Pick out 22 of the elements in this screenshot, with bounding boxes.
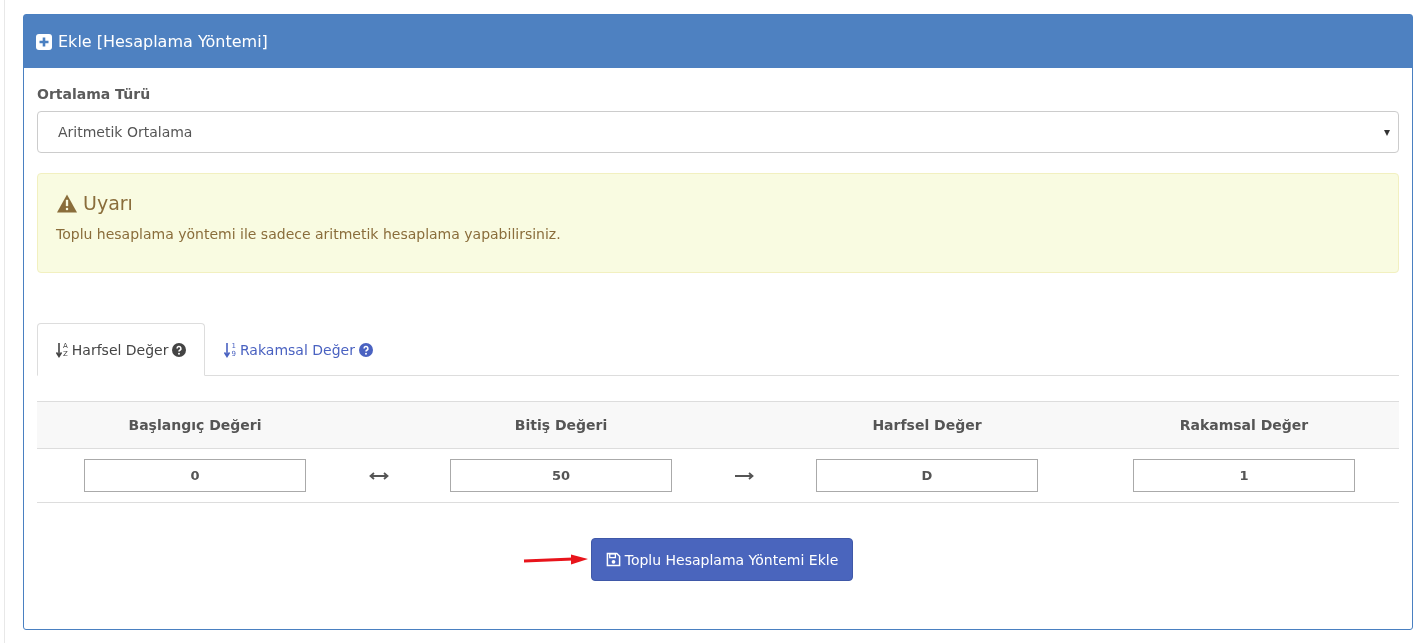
column-header: Bitiş Değeri [513,417,609,433]
field-label: Ortalama Türü [37,86,152,102]
double-arrow-icon [369,470,389,481]
plus-square-icon [36,33,52,50]
column-header: Rakamsal Değer [1178,417,1310,433]
alert-title: Uyarı [83,192,133,214]
start-value-input[interactable]: 0 [84,459,306,492]
right-arrow-icon [734,470,754,481]
end-value-input[interactable]: 50 [450,459,672,492]
column-header: Başlangıç Değeri [127,417,263,433]
average-type-select[interactable]: Aritmetik Ortalama ▾ [37,111,1399,153]
letter-value-input[interactable]: D [816,459,1038,492]
submit-button[interactable]: Toplu Hesaplama Yöntemi Ekle [590,538,854,581]
save-icon [605,552,621,567]
help-icon[interactable] [358,342,373,357]
panel-title: Ekle [Hesaplama Yöntemi] [58,32,268,51]
annotation-arrow [522,553,589,566]
alert-message: Toplu hesaplama yöntemi ile sadece aritmetik hesaplama yapabilirsiniz. [56,226,562,242]
warning-icon [56,193,78,213]
column-header: Harfsel Değer [871,417,983,433]
number-value-input[interactable]: 1 [1133,459,1355,492]
help-icon[interactable] [172,342,187,357]
